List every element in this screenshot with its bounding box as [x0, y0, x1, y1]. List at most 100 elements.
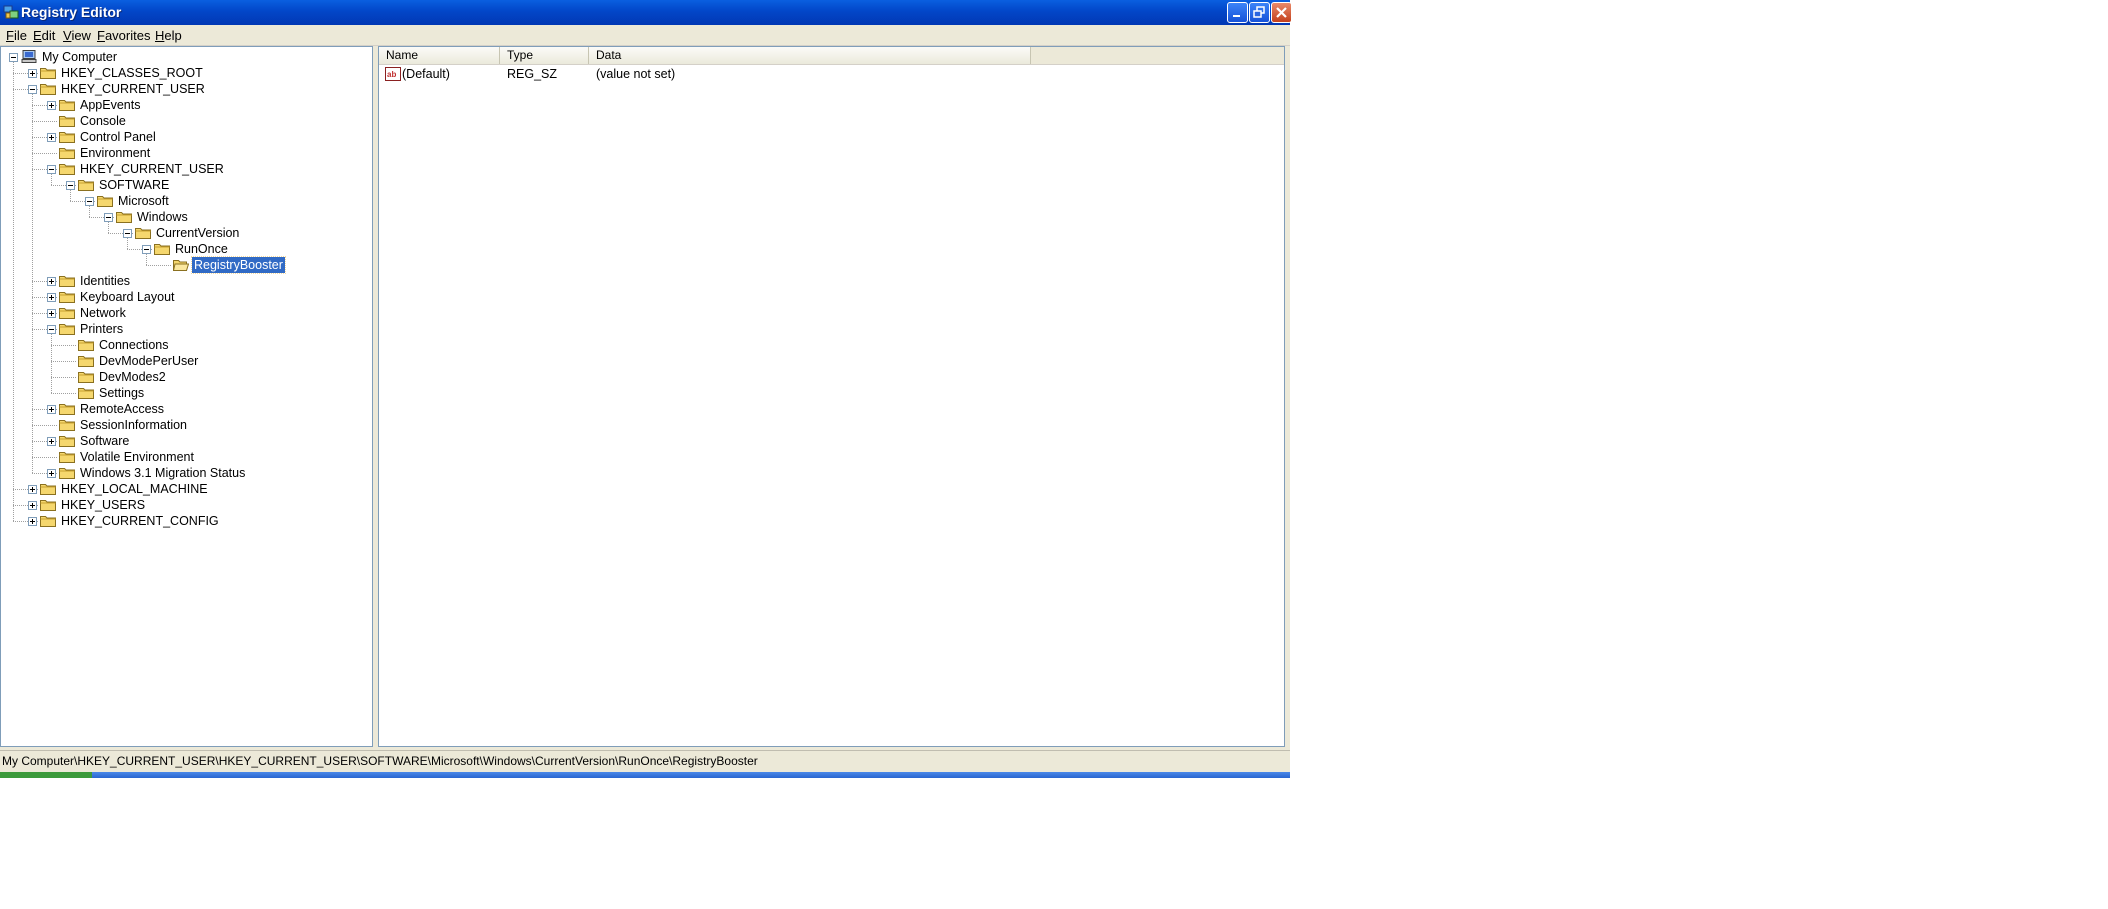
collapse-icon[interactable]: [66, 181, 75, 190]
tree-connector: [51, 361, 76, 362]
tree-node-hkey-local-machine[interactable]: HKEY_LOCAL_MACHINE: [40, 481, 210, 497]
restore-icon: [1253, 6, 1265, 18]
tree-node-network[interactable]: Network: [59, 305, 128, 321]
restore-button[interactable]: [1249, 2, 1270, 23]
expand-icon[interactable]: [47, 405, 56, 414]
tree-node-hkey-current-user[interactable]: HKEY_CURRENT_USER: [40, 81, 207, 97]
expand-icon[interactable]: [28, 501, 37, 510]
collapse-icon[interactable]: [85, 197, 94, 206]
registry-editor-icon: [3, 5, 19, 19]
collapse-icon[interactable]: [142, 245, 151, 254]
column-header-data[interactable]: Data: [589, 47, 1031, 64]
expand-icon[interactable]: [47, 277, 56, 286]
expand-icon[interactable]: [47, 469, 56, 478]
tree-node-sessioninformation[interactable]: SessionInformation: [59, 417, 189, 433]
value-list-pane[interactable]: Name Type Data ab (Default) REG_SZ (valu…: [378, 46, 1285, 747]
tree-connector: [146, 254, 147, 265]
tree-connector: [146, 265, 171, 266]
column-header-name[interactable]: Name: [379, 47, 500, 64]
tree-node-devmodes2[interactable]: DevModes2: [78, 369, 168, 385]
start-button[interactable]: [0, 772, 92, 778]
tree-node-label: SOFTWARE: [99, 178, 170, 192]
tree-node-label: Windows 3.1 Migration Status: [80, 466, 246, 480]
tree-node-appevents[interactable]: AppEvents: [59, 97, 142, 113]
folder-icon: [40, 500, 56, 511]
folder-icon: [40, 84, 56, 95]
minimize-icon: [1233, 15, 1240, 17]
column-header-type[interactable]: Type: [500, 47, 589, 64]
right-border: [1285, 46, 1290, 747]
tree-node-currentversion[interactable]: CurrentVersion: [135, 225, 241, 241]
tree-node-printers[interactable]: Printers: [59, 321, 125, 337]
tree-connector: [51, 345, 76, 346]
value-name: (Default): [402, 67, 450, 81]
tree-node-label: Printers: [80, 322, 124, 336]
tree-node-connections[interactable]: Connections: [78, 337, 171, 353]
menu-file[interactable]: File: [6, 28, 27, 43]
tree-node-hkey-classes-root[interactable]: HKEY_CLASSES_ROOT: [40, 65, 205, 81]
tree-node-my-computer[interactable]: My Computer: [21, 49, 119, 65]
folder-icon: [78, 356, 94, 367]
tree-connector: [51, 174, 52, 185]
close-button[interactable]: [1271, 2, 1292, 23]
tree-node-label: HKEY_LOCAL_MACHINE: [61, 482, 208, 496]
collapse-icon[interactable]: [47, 165, 56, 174]
expand-icon[interactable]: [47, 437, 56, 446]
tree-node-label: HKEY_CURRENT_CONFIG: [61, 514, 219, 528]
tree-node-environment[interactable]: Environment: [59, 145, 152, 161]
tree-node-hkey-current-config[interactable]: HKEY_CURRENT_CONFIG: [40, 513, 221, 529]
tree-node-devmodeperuser[interactable]: DevModePerUser: [78, 353, 200, 369]
menu-edit[interactable]: Edit: [33, 28, 55, 43]
tree-node-microsoft[interactable]: Microsoft: [97, 193, 171, 209]
collapse-icon[interactable]: [9, 53, 18, 62]
tree-node-windows[interactable]: Windows: [116, 209, 190, 225]
tree-node-label: RegistryBooster: [191, 256, 286, 274]
tree-node-volatile-environment[interactable]: Volatile Environment: [59, 449, 196, 465]
tree-connector: [32, 425, 57, 426]
tree-connector: [89, 206, 90, 217]
value-row[interactable]: ab (Default) REG_SZ (value not set): [379, 66, 1284, 82]
folder-icon: [59, 292, 75, 303]
menu-help[interactable]: Help: [155, 28, 182, 43]
collapse-icon[interactable]: [104, 213, 113, 222]
folder-icon: [40, 516, 56, 527]
collapse-icon[interactable]: [28, 85, 37, 94]
key-tree-pane[interactable]: My Computer HKEY_CLASSES_ROOT HKEY_CURRENT…: [0, 46, 373, 747]
tree-node-control-panel[interactable]: Control Panel: [59, 129, 158, 145]
tree-connector: [70, 190, 71, 201]
menu-favorites[interactable]: Favorites: [97, 28, 150, 43]
expand-icon[interactable]: [28, 69, 37, 78]
menu-bar: File Edit View Favorites Help: [0, 25, 1290, 46]
expand-icon[interactable]: [47, 309, 56, 318]
tree-node-keyboard-layout[interactable]: Keyboard Layout: [59, 289, 177, 305]
tree-node-windows-3-1-migration-status[interactable]: Windows 3.1 Migration Status: [59, 465, 247, 481]
computer-icon: [21, 50, 37, 63]
expand-icon[interactable]: [47, 101, 56, 110]
tree-node-remoteaccess[interactable]: RemoteAccess: [59, 401, 166, 417]
collapse-icon[interactable]: [123, 229, 132, 238]
tree-node-hkey-current-user[interactable]: HKEY_CURRENT_USER: [59, 161, 226, 177]
tree-node-label: RunOnce: [175, 242, 228, 256]
tree-node-hkey-users[interactable]: HKEY_USERS: [40, 497, 147, 513]
tree-node-registrybooster[interactable]: RegistryBooster: [173, 256, 286, 274]
expand-icon[interactable]: [28, 517, 37, 526]
folder-icon: [40, 68, 56, 79]
tree-node-software[interactable]: SOFTWARE: [78, 177, 171, 193]
collapse-icon[interactable]: [47, 325, 56, 334]
tree-node-label: HKEY_CURRENT_USER: [61, 82, 205, 96]
expand-icon[interactable]: [28, 485, 37, 494]
tree-node-settings[interactable]: Settings: [78, 385, 146, 401]
tree-connector: [108, 222, 109, 233]
tree-node-runonce[interactable]: RunOnce: [154, 241, 230, 257]
tree-node-label: CurrentVersion: [156, 226, 240, 240]
tree-node-software[interactable]: Software: [59, 433, 131, 449]
tree-node-label: Console: [80, 114, 126, 128]
expand-icon[interactable]: [47, 133, 56, 142]
tree-node-console[interactable]: Console: [59, 113, 128, 129]
expand-icon[interactable]: [47, 293, 56, 302]
tree-node-label: Windows: [137, 210, 188, 224]
minimize-button[interactable]: [1227, 2, 1248, 23]
title-bar[interactable]: Registry Editor: [0, 0, 1292, 25]
menu-view[interactable]: View: [63, 28, 91, 43]
tree-node-identities[interactable]: Identities: [59, 273, 132, 289]
